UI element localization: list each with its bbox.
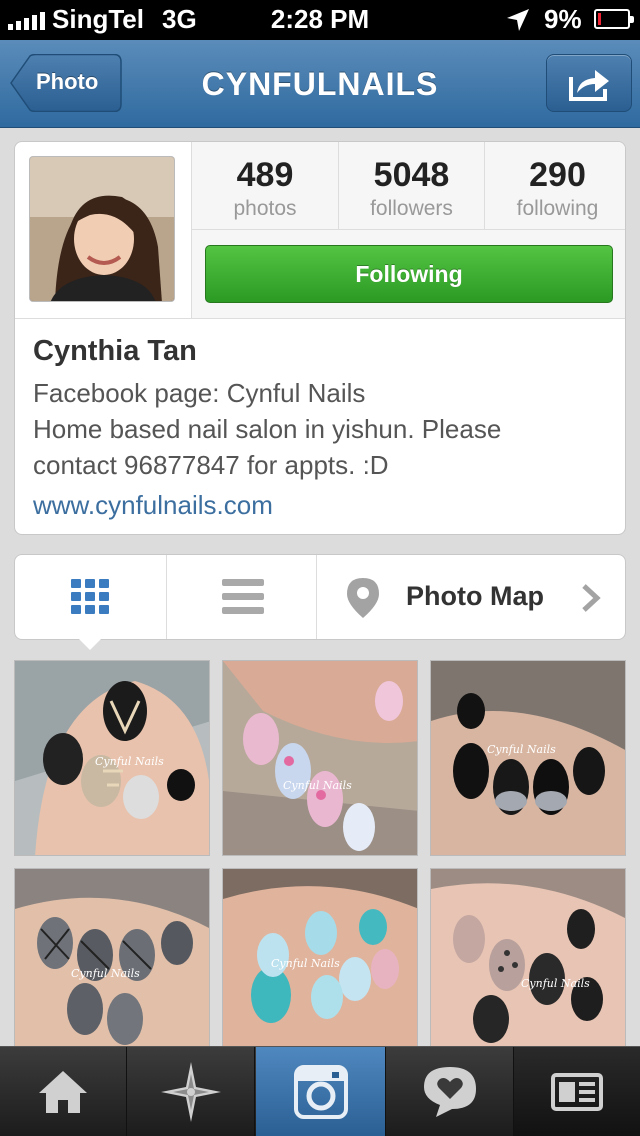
page-title: CYNFULNAILS — [201, 66, 439, 102]
map-pin-icon — [347, 578, 379, 618]
battery-percent: 9% — [544, 4, 582, 34]
bio-line: Home based nail salon in yishun. Please — [33, 414, 502, 444]
activity-icon — [424, 1067, 476, 1117]
photo-thumbnail[interactable]: Cynful Nails — [14, 660, 210, 856]
list-view-icon — [222, 579, 264, 621]
explore-icon — [161, 1062, 221, 1122]
stat-following[interactable]: 290 following — [484, 142, 625, 230]
share-icon — [569, 70, 609, 101]
tab-camera[interactable] — [256, 1047, 386, 1136]
camera-icon — [293, 1065, 348, 1119]
tab-news[interactable] — [514, 1047, 640, 1136]
tab-home[interactable] — [0, 1047, 127, 1136]
view-tabs: Photo Map — [14, 554, 626, 640]
bio-line: contact 96877847 for appts. :D — [33, 450, 389, 480]
following-button[interactable]: Following — [205, 245, 613, 303]
news-icon — [551, 1073, 603, 1111]
photo-map-label: Photo Map — [406, 581, 544, 611]
tab-activity[interactable] — [387, 1047, 514, 1136]
nav-bar: Photo CYNFULNAILS — [0, 40, 640, 128]
watermark: Cynful Nails — [271, 957, 340, 970]
chevron-right-icon — [582, 584, 601, 612]
website-link[interactable]: www.cynfulnails.com — [33, 490, 273, 521]
tab-grid-view[interactable] — [15, 555, 165, 639]
stat-following-count: 290 — [529, 156, 586, 194]
watermark: Cynful Nails — [71, 967, 140, 980]
stat-photos-count: 489 — [236, 156, 294, 194]
tab-list-view[interactable] — [166, 555, 317, 639]
stat-followers-count: 5048 — [373, 156, 450, 194]
tab-explore[interactable] — [128, 1047, 255, 1136]
photo-thumbnail[interactable]: Cynful Nails — [430, 660, 626, 856]
profile-card: 489 photos 5048 followers 290 following … — [14, 141, 626, 535]
watermark: Cynful Nails — [487, 743, 556, 756]
watermark: Cynful Nails — [283, 779, 352, 792]
watermark: Cynful Nails — [521, 977, 590, 990]
stat-followers[interactable]: 5048 followers — [338, 142, 484, 230]
stat-following-label: following — [516, 197, 599, 220]
location-arrow-icon — [507, 9, 529, 31]
photo-thumbnail[interactable]: Cynful Nails — [14, 868, 210, 1064]
photo-thumbnail[interactable]: Cynful Nails — [430, 868, 626, 1064]
avatar[interactable] — [29, 156, 175, 302]
watermark: Cynful Nails — [95, 755, 164, 768]
status-bar: SingTel 3G 2:28 PM 9% — [0, 0, 640, 40]
bottom-tab-bar — [0, 1046, 640, 1136]
grid-view-icon — [71, 579, 109, 614]
photo-thumbnail[interactable]: Cynful Nails — [222, 660, 418, 856]
stat-followers-label: followers — [370, 197, 453, 220]
battery-icon — [594, 9, 634, 29]
tab-photo-map[interactable]: Photo Map — [318, 555, 625, 639]
stat-photos-label: photos — [233, 197, 297, 220]
photo-thumbnail[interactable]: Cynful Nails — [222, 868, 418, 1064]
stat-photos[interactable]: 489 photos — [192, 142, 338, 230]
profile-name: Cynthia Tan — [33, 335, 197, 367]
share-button[interactable] — [546, 54, 632, 112]
selected-tab-indicator — [78, 638, 102, 650]
divider — [15, 318, 625, 319]
home-icon — [39, 1071, 87, 1113]
bio-line: Facebook page: Cynful Nails — [33, 378, 366, 408]
